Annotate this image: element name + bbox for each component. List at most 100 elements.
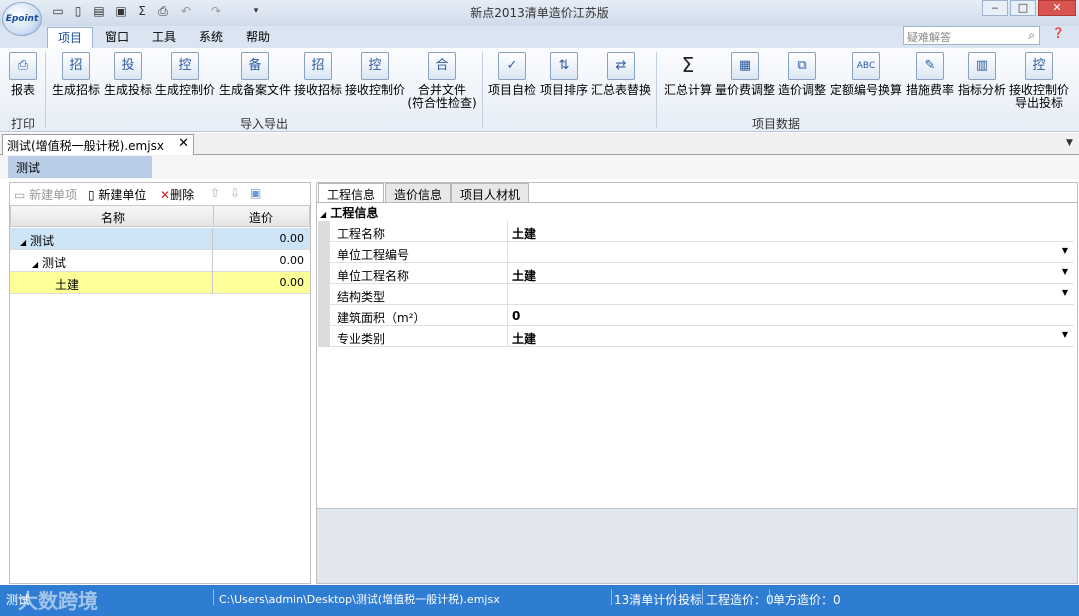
tab-list-dropdown-icon[interactable]: ▼ (1066, 138, 1073, 148)
close-button[interactable]: ✕ (1038, 0, 1076, 16)
info-group-header[interactable]: ◢ 工程信息 (320, 204, 378, 221)
property-row[interactable]: 单位工程编号 ▼ (318, 242, 1074, 263)
abc-icon: ABC (852, 52, 880, 80)
property-key: 单位工程名称 (337, 269, 410, 283)
column-header-cost[interactable]: 造价 (249, 209, 273, 226)
quantity-price-adjust-button[interactable]: ▦ 量价费调整 (714, 52, 776, 114)
document-tab[interactable]: 测试(增值税一般计税).emjsx ✕ (2, 134, 194, 155)
button-label: 接收控制价 (1008, 83, 1069, 97)
tab-help[interactable]: 帮助 (236, 27, 280, 48)
column-divider (507, 305, 508, 326)
maximize-button[interactable]: □ (1010, 0, 1036, 16)
dropdown-arrow-icon[interactable]: ▼ (1062, 330, 1068, 339)
row-gutter (318, 326, 330, 347)
button-label: 接收控制价 (344, 83, 405, 97)
column-header-name[interactable]: 名称 (101, 209, 125, 226)
report-button[interactable]: ⎙ 报表 (4, 52, 42, 114)
tab-cost-info[interactable]: 造价信息 (385, 183, 452, 203)
button-label: 汇总表替换 (590, 83, 651, 97)
column-divider (507, 326, 508, 347)
tree-row[interactable]: ◢ 测试 0.00 (10, 228, 310, 250)
gen-tender-button[interactable]: 招生成招标 (50, 52, 102, 114)
move-up-icon[interactable]: ⇧ (210, 186, 220, 200)
property-value[interactable]: 0 (512, 309, 520, 323)
button-label: 造价调整 (777, 83, 826, 97)
dropdown-arrow-icon[interactable]: ▼ (1062, 288, 1068, 297)
tab-system[interactable]: 系统 (189, 27, 233, 48)
tab-window[interactable]: 窗口 (95, 27, 139, 48)
property-value[interactable]: 土建 (512, 267, 536, 284)
help-icon[interactable]: ❓ (1052, 28, 1064, 39)
collapse-triangle-icon[interactable]: ◢ (320, 210, 326, 219)
property-key: 建筑面积（m²） (337, 311, 426, 325)
search-input[interactable]: 疑难解答 ⌕ (903, 26, 1040, 45)
index-analysis-button[interactable]: ▥ 指标分析 (956, 52, 1008, 114)
status-pricing-mode: 13清单计价 (614, 593, 678, 607)
summary-calc-button[interactable]: Σ 汇总计算 (662, 52, 714, 114)
search-icon[interactable]: ⌕ (1028, 28, 1035, 43)
receive-tender-button[interactable]: 招接收招标 (292, 52, 344, 114)
tab-project[interactable]: 项目 (47, 27, 94, 48)
project-sort-button[interactable]: ⇅ 项目排序 (538, 52, 590, 114)
property-row[interactable]: 专业类别 土建 ▼ (318, 326, 1074, 347)
clear-icon[interactable]: ▣ (250, 186, 261, 200)
status-project-cost: 工程造价：0 (706, 593, 774, 607)
export-doc-icon: 招 (62, 52, 90, 80)
column-divider (212, 228, 213, 250)
quota-code-convert-button[interactable]: ABC 定额编号换算 (829, 52, 903, 114)
project-check-button[interactable]: ✓ 项目自检 (486, 52, 538, 114)
property-value[interactable]: 土建 (512, 225, 536, 242)
delete-button[interactable]: ✕删除 (160, 186, 194, 203)
tree-row[interactable]: ◢ 测试 0.00 (10, 250, 310, 272)
tab-project-info[interactable]: 工程信息 (318, 183, 385, 203)
expand-triangle-icon[interactable]: ◢ (20, 238, 26, 247)
new-item-button[interactable]: ▭ 新建单项 (14, 186, 77, 203)
tree-row-selected[interactable]: 土建 0.00 (10, 272, 310, 294)
merge-doc-icon: 合 (428, 52, 456, 80)
document-tab-label: 测试(增值税一般计税).emjsx (7, 139, 164, 153)
receive-control-export-bid-button[interactable]: 控接收控制价 导出投标 (1008, 52, 1070, 114)
new-unit-button[interactable]: ▯ 新建单位 (88, 186, 146, 203)
summary-replace-button[interactable]: ⇄ 汇总表替换 (590, 52, 652, 114)
dropdown-arrow-icon[interactable]: ▼ (1062, 246, 1068, 255)
dropdown-arrow-icon[interactable]: ▼ (1062, 267, 1068, 276)
import-doc-icon: 控 (361, 52, 389, 80)
column-divider (213, 206, 214, 226)
tab-labor-material-machine[interactable]: 项目人材机 (451, 183, 530, 203)
close-tab-icon[interactable]: ✕ (178, 136, 189, 151)
move-down-icon[interactable]: ⇩ (230, 186, 240, 200)
property-value[interactable]: 土建 (512, 330, 536, 347)
status-unit-cost: 单方造价：0 (773, 593, 841, 607)
cost-adjust-button[interactable]: ⧉ 造价调整 (776, 52, 828, 114)
new-item-label: 新建单项 (29, 188, 78, 202)
tree-row-value: 0.00 (279, 276, 305, 289)
button-sublabel: 导出投标 (1014, 96, 1063, 110)
expand-triangle-icon[interactable]: ◢ (32, 260, 38, 269)
measure-rate-button[interactable]: ✎ 措施费率 (904, 52, 956, 114)
row-gutter (318, 305, 330, 326)
description-pane (317, 508, 1077, 583)
button-label: 指标分析 (957, 83, 1006, 97)
chart-icon: ▥ (968, 52, 996, 80)
property-row[interactable]: 工程名称 土建 (318, 221, 1074, 242)
gen-control-price-button[interactable]: 控生成控制价 (154, 52, 216, 114)
property-row[interactable]: 单位工程名称 土建 ▼ (318, 263, 1074, 284)
app-logo[interactable]: Epoint (2, 2, 42, 36)
property-key: 单位工程编号 (337, 248, 410, 262)
merge-file-button[interactable]: 合合并文件 (符合性检查) (407, 52, 477, 114)
breadcrumb[interactable]: 测试 (8, 156, 152, 178)
gen-bid-button[interactable]: 投生成投标 (102, 52, 154, 114)
property-row[interactable]: 结构类型 ▼ (318, 284, 1074, 305)
status-separator (675, 589, 676, 605)
minimize-button[interactable]: ‒ (982, 0, 1008, 16)
button-label: 措施费率 (905, 83, 954, 97)
button-label: 生成备案文件 (218, 83, 291, 97)
gen-filing-button[interactable]: 备生成备案文件 (218, 52, 292, 114)
copy-adjust-icon: ⧉ (788, 52, 816, 80)
tab-tools[interactable]: 工具 (142, 27, 186, 48)
status-separator (769, 589, 770, 605)
property-row[interactable]: 建筑面积（m²） 0 (318, 305, 1074, 326)
receive-control-price-button[interactable]: 控接收控制价 (344, 52, 406, 114)
group-label-import-export: 导入导出 (239, 117, 288, 131)
status-bar: 测试 C:\Users\admin\Desktop\测试(增值税一般计税).em… (0, 585, 1079, 616)
